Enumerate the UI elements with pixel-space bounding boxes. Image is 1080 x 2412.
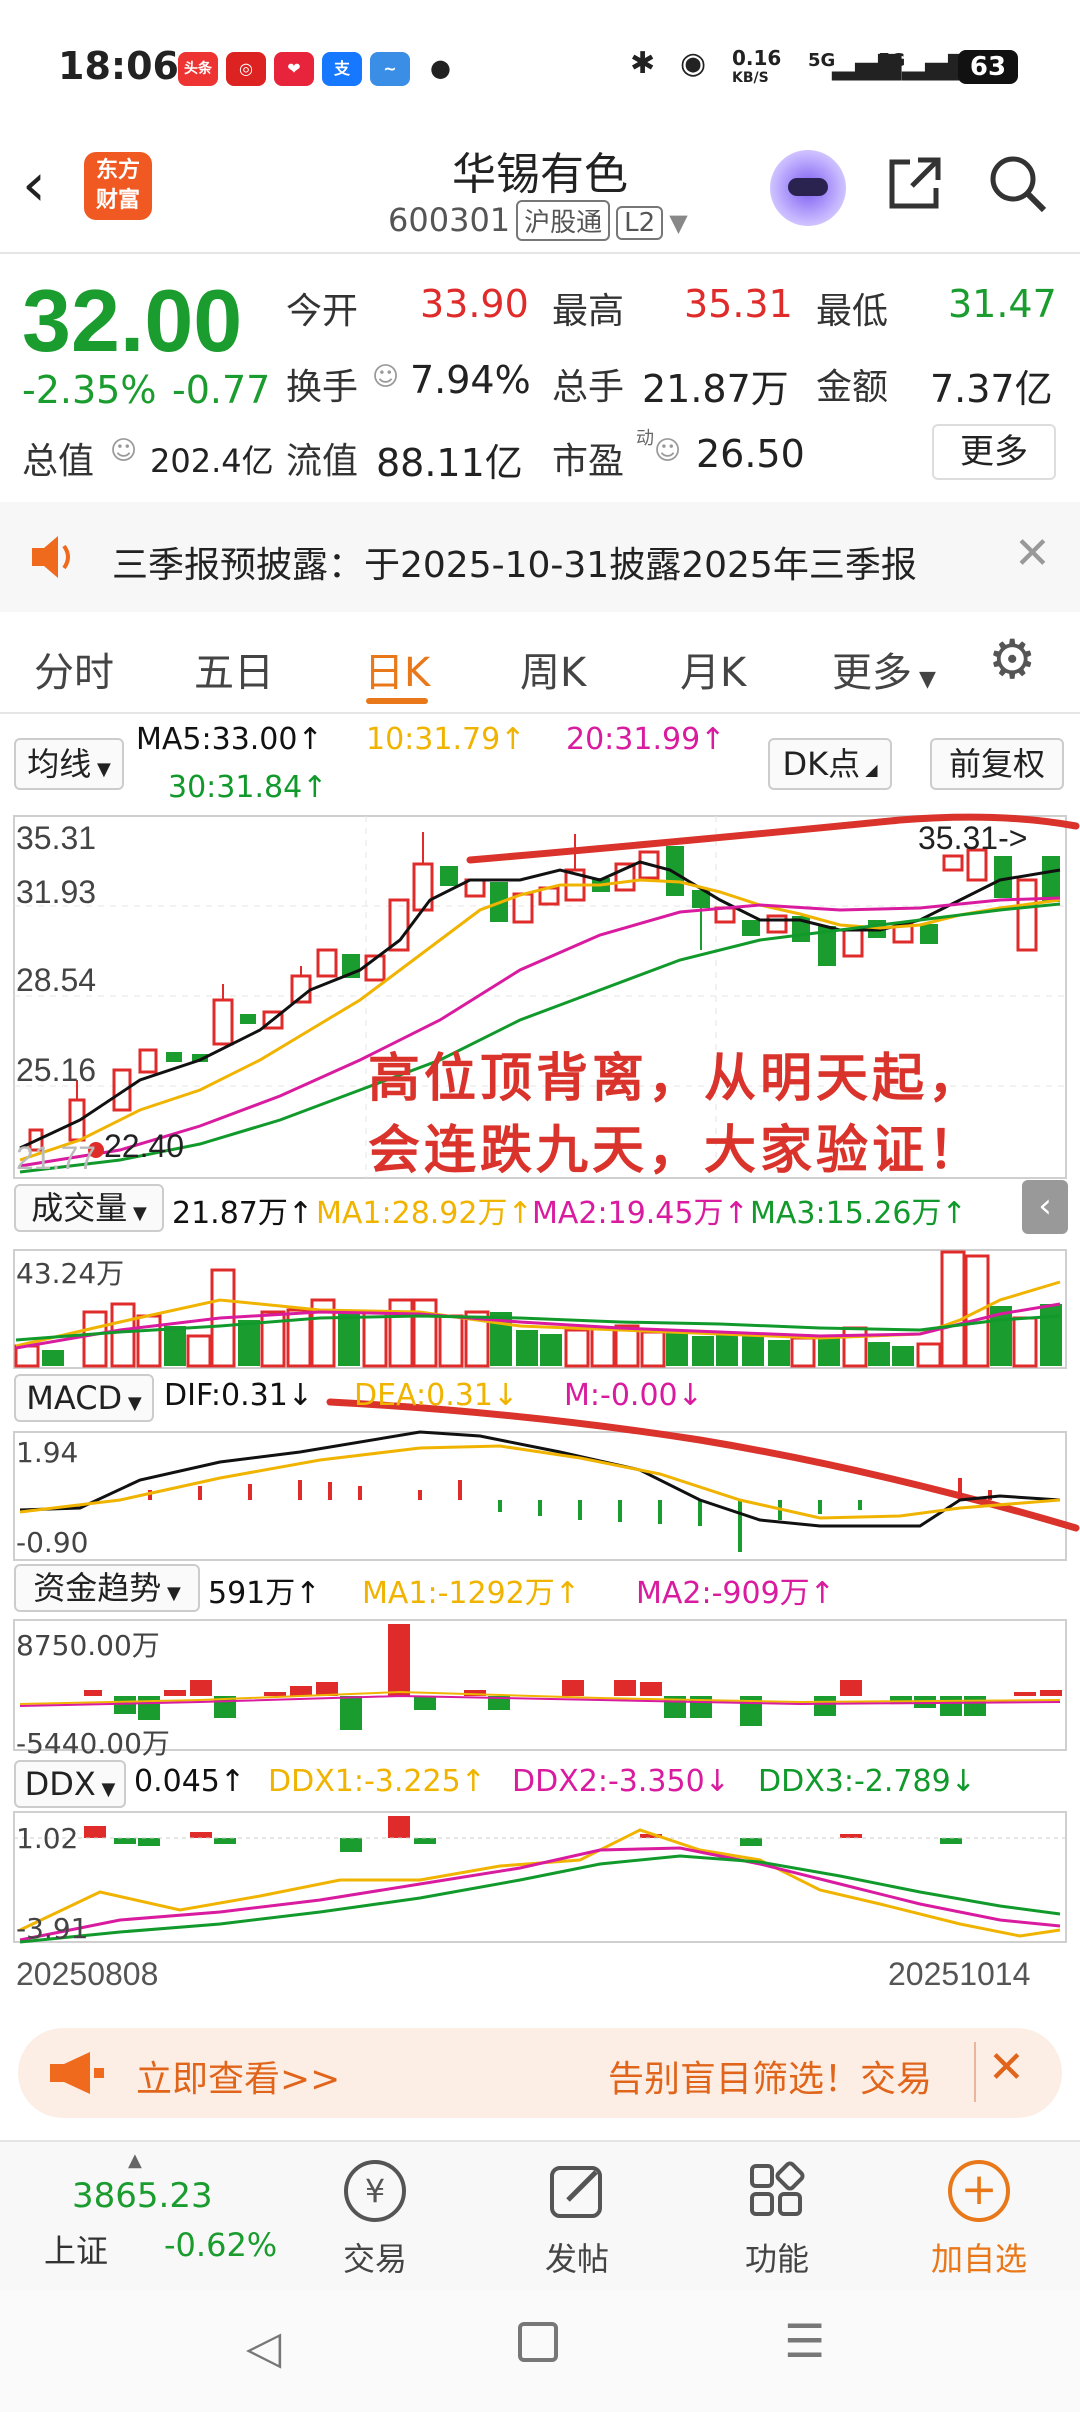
indicator-select-volume[interactable]: 成交量 ▼ — [14, 1184, 164, 1232]
function-grid-icon[interactable] — [746, 2160, 808, 2222]
macd-dif: DIF:0.31↓ — [164, 1378, 313, 1413]
fund-panel — [13, 1619, 1067, 1751]
low-marker: 22.40 — [104, 1128, 185, 1164]
ddx2-value: DDX2:-3.350↓ — [512, 1764, 730, 1799]
index-change[interactable]: -0.62% — [164, 2226, 277, 2264]
date-start: 20250808 — [16, 1956, 159, 1992]
nav-trade[interactable]: 交易 — [305, 2234, 445, 2280]
macd-m: M:-0.00↓ — [564, 1378, 703, 1413]
handwriting-line2: 会连跌九天，大家验证！ — [368, 1121, 985, 1181]
megaphone-icon — [50, 2052, 104, 2094]
promo-text: 告别盲目筛选！交易 — [608, 2059, 933, 2100]
nav-add-watch[interactable]: 加自选 — [909, 2234, 1049, 2280]
nav-post[interactable]: 发帖 — [507, 2234, 647, 2280]
ddx1-line — [19, 1828, 1061, 1938]
post-edit-icon[interactable] — [546, 2160, 608, 2222]
nav-function[interactable]: 功能 — [707, 2234, 847, 2280]
promo-close-icon[interactable]: ✕ — [988, 2042, 1025, 2093]
ddx-bars — [84, 1816, 962, 1852]
handwriting-line1: 高位顶背离，从明天起， — [368, 1049, 985, 1109]
index-up-chevron-icon: ▲ — [128, 2150, 142, 2171]
collapse-arrow-icon[interactable]: ‹ — [1022, 1180, 1068, 1234]
promo-divider — [974, 2042, 976, 2102]
indicator-select-ddx[interactable]: DDX ▼ — [14, 1760, 126, 1808]
volume-y-top: 43.24万 — [16, 1257, 125, 1290]
volume-value: 21.87万↑ — [172, 1196, 314, 1231]
kline-y-4: 25.16 — [16, 1052, 97, 1088]
fund-y-top: 8750.00万 — [16, 1629, 160, 1662]
macd-y-bottom: -0.90 — [16, 1526, 89, 1559]
ddx-y-top: 1.02 — [16, 1822, 79, 1855]
kline-y-top: 35.31 — [16, 820, 97, 856]
kline-y-low: 21.77 — [16, 1140, 97, 1176]
kline-chart[interactable] — [0, 0, 1080, 2010]
volume-ma1: MA1:28.92万↑ — [316, 1196, 533, 1231]
kline-y-2: 31.93 — [16, 874, 97, 910]
macd-histogram — [148, 1478, 992, 1552]
system-nav-bar: ◁ ☰ — [0, 2290, 1080, 2412]
indicator-select-macd[interactable]: MACD ▼ — [14, 1374, 154, 1422]
add-circle-icon[interactable]: + — [948, 2160, 1010, 2222]
ddx1-value: DDX1:-3.225↑ — [268, 1764, 486, 1799]
index-value[interactable]: 3865.23 — [72, 2176, 213, 2216]
nav-menu-icon[interactable]: ☰ — [784, 2314, 825, 2368]
ddx3-value: DDX3:-2.789↓ — [758, 1764, 976, 1799]
trade-icon[interactable]: ¥ — [344, 2160, 406, 2222]
fund-value: 591万↑ — [208, 1576, 321, 1611]
fund-ma1: MA1:-1292万↑ — [362, 1576, 580, 1611]
volume-ma3: MA3:15.26万↑ — [750, 1196, 967, 1231]
index-name[interactable]: 上证 — [44, 2226, 108, 2272]
fund-ma2: MA2:-909万↑ — [636, 1576, 835, 1611]
kline-y-3: 28.54 — [16, 962, 97, 998]
nav-back-icon[interactable]: ◁ — [246, 2320, 281, 2374]
volume-ma2: MA2:19.45万↑ — [532, 1196, 749, 1231]
high-marker: 35.31-> — [918, 820, 1028, 856]
fund-y-bottom: -5440.00万 — [16, 1727, 170, 1760]
ddx-y-bottom: -3.91 — [16, 1912, 89, 1945]
macd-dea: DEA:0.31↓ — [354, 1378, 519, 1413]
promo-banner[interactable]: 立即查看>> 告别盲目筛选！交易 ✕ — [18, 2028, 1062, 2118]
nav-home-icon[interactable] — [518, 2322, 558, 2362]
macd-y-top: 1.94 — [16, 1436, 79, 1469]
promo-cta[interactable]: 立即查看>> — [136, 2050, 340, 2102]
fund-bars — [84, 1624, 1062, 1730]
bottom-nav: ▲ 3865.23 上证 -0.62% ¥ 交易 发帖 功能 + 加自选 — [0, 2140, 1080, 2290]
indicator-select-fund[interactable]: 资金趋势 ▼ — [14, 1564, 200, 1612]
date-end: 20251014 — [888, 1956, 1031, 1992]
ddx-value: 0.045↑ — [134, 1764, 246, 1799]
